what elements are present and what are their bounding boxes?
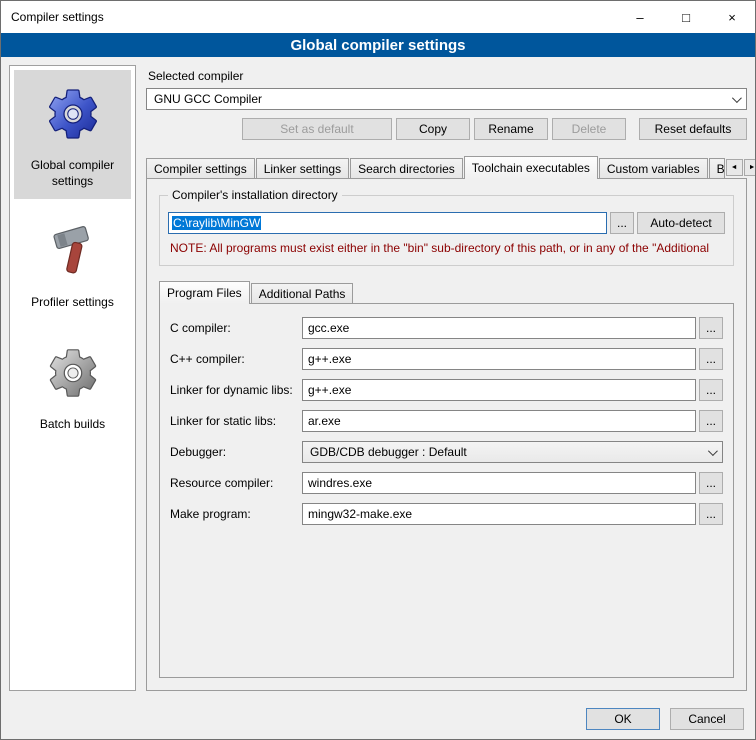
delete-button[interactable]: Delete: [552, 118, 626, 140]
tab-toolchain-executables[interactable]: Toolchain executables: [464, 156, 598, 179]
bin-subdirectory-note: NOTE: All programs must exist either in …: [170, 241, 723, 255]
cpp-compiler-label: C++ compiler:: [170, 352, 302, 366]
chevron-down-icon: [708, 446, 718, 456]
linker-static-browse-button[interactable]: ...: [699, 410, 723, 432]
window-title: Compiler settings: [1, 10, 104, 24]
linker-dynamic-browse-button[interactable]: ...: [699, 379, 723, 401]
ok-button[interactable]: OK: [586, 708, 660, 730]
copy-button[interactable]: Copy: [396, 118, 470, 140]
reset-defaults-button[interactable]: Reset defaults: [639, 118, 747, 140]
cpp-compiler-input[interactable]: g++.exe: [302, 348, 696, 370]
tab-search-directories[interactable]: Search directories: [350, 158, 463, 178]
debugger-select-value: GDB/CDB debugger : Default: [310, 445, 467, 459]
installation-directory-row: C:\raylib\MinGW ... Auto-detect: [168, 212, 725, 234]
page-title: Global compiler settings: [1, 33, 755, 57]
resource-compiler-label: Resource compiler:: [170, 476, 302, 490]
rename-button[interactable]: Rename: [474, 118, 548, 140]
program-files-tabstrip: Program Files Additional Paths: [159, 280, 734, 303]
subtab-program-files[interactable]: Program Files: [159, 281, 250, 304]
settings-tabstrip: Compiler settings Linker settings Search…: [146, 155, 747, 178]
gray-gear-icon: [41, 341, 105, 405]
installation-directory-input[interactable]: C:\raylib\MinGW: [168, 212, 607, 234]
blue-gear-icon: [41, 82, 105, 146]
field-row-linker-static: Linker for static libs: ar.exe ...: [170, 410, 723, 432]
sidebar-item-label: Global compiler settings: [16, 158, 129, 189]
dialog-footer: OK Cancel: [1, 699, 755, 739]
sidebar-item-profiler-settings[interactable]: Profiler settings: [14, 207, 131, 321]
installation-directory-group: Compiler's installation directory C:\ray…: [159, 195, 734, 266]
debugger-select[interactable]: GDB/CDB debugger : Default: [302, 441, 723, 463]
installation-directory-browse-button[interactable]: ...: [610, 212, 634, 234]
chevron-down-icon: [732, 93, 742, 103]
selected-compiler-label: Selected compiler: [148, 69, 747, 83]
compiler-settings-window: Compiler settings – □ × Global compiler …: [0, 0, 756, 740]
linker-dynamic-input[interactable]: g++.exe: [302, 379, 696, 401]
tab-scroll-left-icon[interactable]: ◄: [726, 159, 743, 176]
installation-directory-group-title: Compiler's installation directory: [168, 188, 342, 202]
tab-custom-variables[interactable]: Custom variables: [599, 158, 708, 178]
subtab-additional-paths[interactable]: Additional Paths: [251, 283, 354, 303]
debugger-label: Debugger:: [170, 445, 302, 459]
sidebar-item-batch-builds[interactable]: Batch builds: [14, 329, 131, 443]
cancel-button[interactable]: Cancel: [670, 708, 744, 730]
linker-static-label: Linker for static libs:: [170, 414, 302, 428]
main-panel: Selected compiler GNU GCC Compiler Set a…: [146, 65, 747, 691]
toolchain-executables-panel: Compiler's installation directory C:\ray…: [146, 178, 747, 691]
tab-build-options[interactable]: Build: [709, 158, 725, 178]
cpp-compiler-browse-button[interactable]: ...: [699, 348, 723, 370]
make-program-browse-button[interactable]: ...: [699, 503, 723, 525]
minimize-button[interactable]: –: [617, 1, 663, 33]
linker-static-input[interactable]: ar.exe: [302, 410, 696, 432]
tab-linker-settings[interactable]: Linker settings: [256, 158, 349, 178]
hammer-icon: [41, 219, 105, 283]
compiler-actions: Set as default Copy Rename Delete Reset …: [146, 118, 747, 140]
set-as-default-button[interactable]: Set as default: [242, 118, 392, 140]
tab-scroll-right-icon[interactable]: ►: [744, 159, 756, 176]
settings-sidebar: Global compiler settings Profiler settin…: [9, 65, 136, 691]
field-row-make-program: Make program: mingw32-make.exe ...: [170, 503, 723, 525]
tab-scroll-controls: ◄ ►: [726, 159, 756, 178]
maximize-button[interactable]: □: [663, 1, 709, 33]
compiler-select-value: GNU GCC Compiler: [154, 92, 262, 106]
sidebar-item-label: Batch builds: [40, 417, 105, 433]
linker-dynamic-label: Linker for dynamic libs:: [170, 383, 302, 397]
field-row-debugger: Debugger: GDB/CDB debugger : Default: [170, 441, 723, 463]
auto-detect-button[interactable]: Auto-detect: [637, 212, 725, 234]
dialog-content: Global compiler settings Profiler settin…: [1, 57, 755, 699]
program-files-panel: C compiler: gcc.exe ... C++ compiler: g+…: [159, 303, 734, 678]
titlebar: Compiler settings – □ ×: [1, 1, 755, 33]
compiler-select[interactable]: GNU GCC Compiler: [146, 88, 747, 110]
c-compiler-input[interactable]: gcc.exe: [302, 317, 696, 339]
tab-compiler-settings[interactable]: Compiler settings: [146, 158, 255, 178]
installation-directory-value: C:\raylib\MinGW: [172, 216, 261, 230]
c-compiler-label: C compiler:: [170, 321, 302, 335]
field-row-resource-compiler: Resource compiler: windres.exe ...: [170, 472, 723, 494]
close-button[interactable]: ×: [709, 1, 755, 33]
resource-compiler-input[interactable]: windres.exe: [302, 472, 696, 494]
field-row-cpp-compiler: C++ compiler: g++.exe ...: [170, 348, 723, 370]
make-program-label: Make program:: [170, 507, 302, 521]
field-row-linker-dynamic: Linker for dynamic libs: g++.exe ...: [170, 379, 723, 401]
make-program-input[interactable]: mingw32-make.exe: [302, 503, 696, 525]
sidebar-item-global-compiler-settings[interactable]: Global compiler settings: [14, 70, 131, 199]
c-compiler-browse-button[interactable]: ...: [699, 317, 723, 339]
resource-compiler-browse-button[interactable]: ...: [699, 472, 723, 494]
window-controls: – □ ×: [617, 1, 755, 33]
sidebar-item-label: Profiler settings: [31, 295, 114, 311]
field-row-c-compiler: C compiler: gcc.exe ...: [170, 317, 723, 339]
